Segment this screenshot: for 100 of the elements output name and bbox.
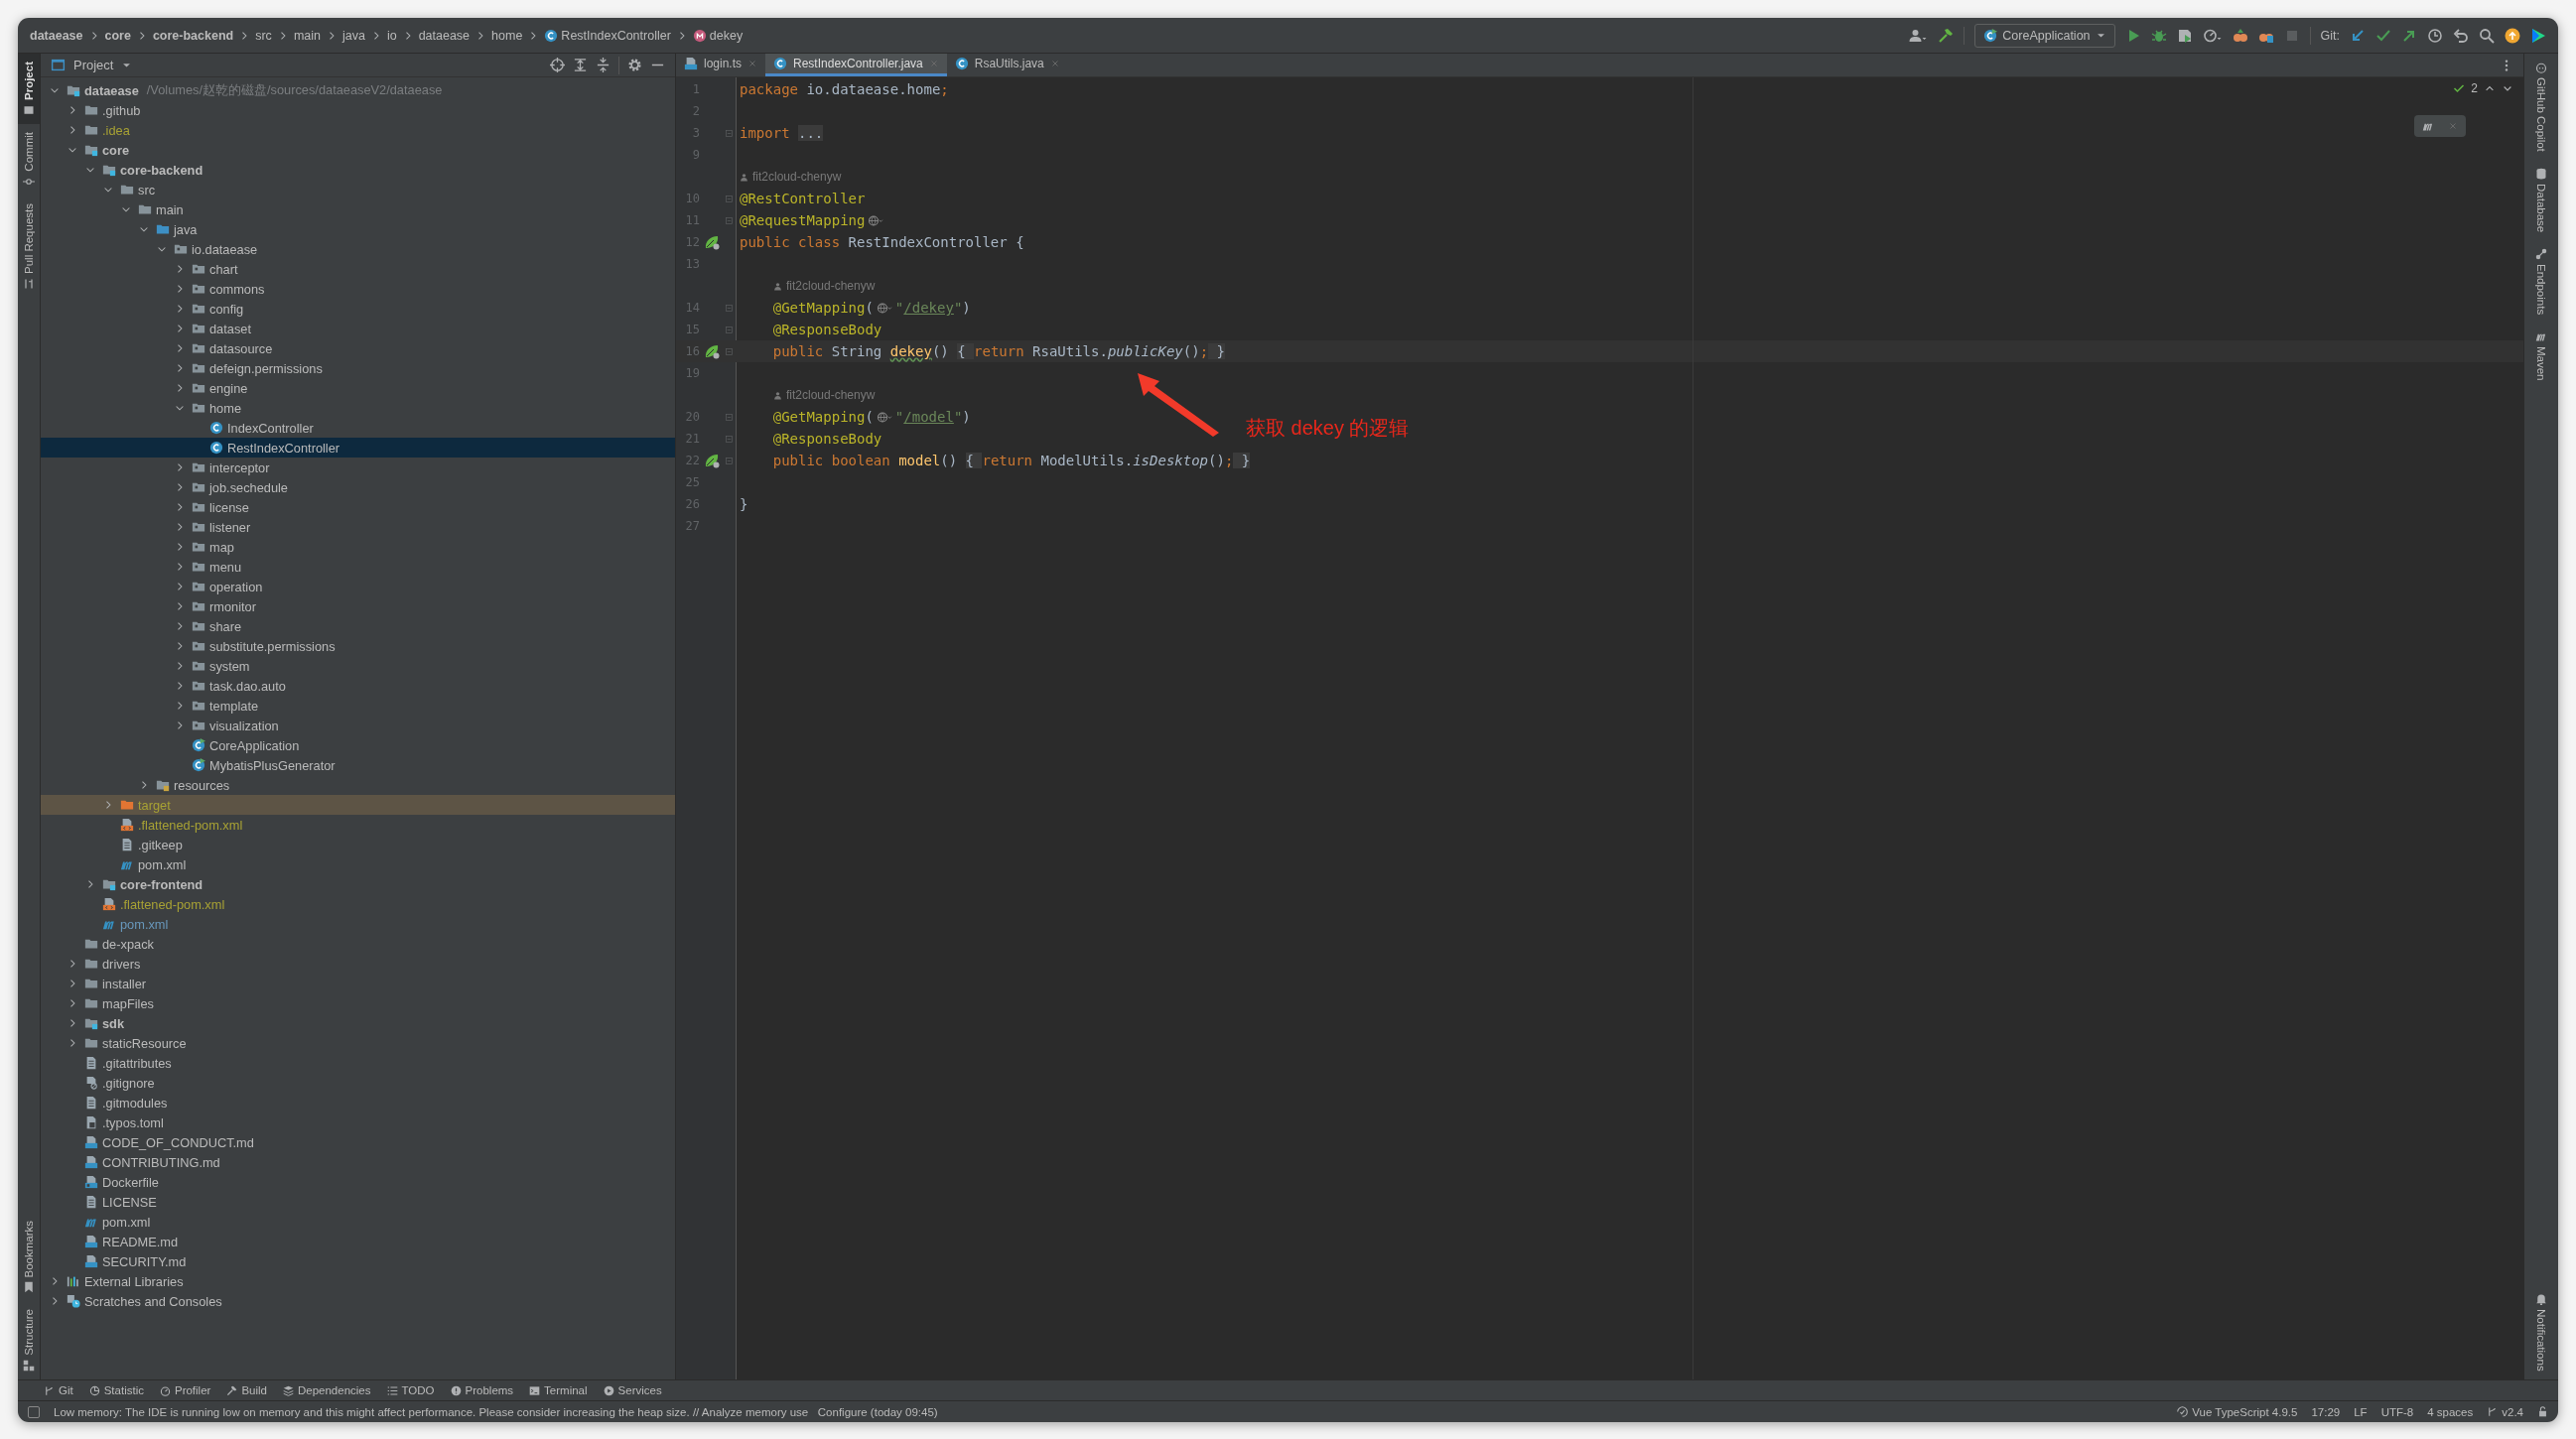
editor-tab[interactable]: login.ts <box>676 54 766 76</box>
tree-item[interactable]: CODE_OF_CONDUCT.md <box>41 1132 675 1152</box>
tree-item[interactable]: src <box>41 180 675 199</box>
coverage-icon[interactable] <box>2176 27 2193 44</box>
tool-window-tab[interactable]: Bookmarks <box>18 1212 40 1302</box>
tree-item[interactable]: visualization <box>41 716 675 735</box>
tool-window-tab[interactable]: GitHub Copilot <box>2524 54 2558 160</box>
tree-item[interactable]: core-backend <box>41 160 675 180</box>
search-icon[interactable] <box>2479 27 2495 44</box>
tree-item[interactable]: .gitignore <box>41 1073 675 1093</box>
tree-item[interactable]: template <box>41 696 675 716</box>
tree-item[interactable]: CoreApplication <box>41 735 675 755</box>
status-message[interactable]: Low memory: The IDE is running low on memory and this might affect performance. Please consider increasing the heap size. // Analyze memory use Configure (today 09:45) <box>54 1405 938 1418</box>
tool-window-button[interactable]: Git <box>44 1384 73 1396</box>
status-item[interactable]: LF <box>2354 1405 2368 1418</box>
editor-tab[interactable]: RsaUtils.java <box>946 54 1068 76</box>
tree-item[interactable]: mapFiles <box>41 993 675 1013</box>
tool-window-button[interactable]: Build <box>226 1384 267 1396</box>
tree-item[interactable]: engine <box>41 378 675 398</box>
status-item[interactable]: Vue TypeScript 4.9.5 <box>2177 1405 2298 1418</box>
tree-item[interactable]: defeign.permissions <box>41 358 675 378</box>
tree-item[interactable]: config <box>41 299 675 319</box>
tree-item[interactable]: system <box>41 656 675 676</box>
tree-item[interactable]: dataset <box>41 319 675 338</box>
tool-window-button[interactable]: Terminal <box>529 1384 588 1396</box>
window-icon[interactable] <box>51 58 66 72</box>
tree-item[interactable]: core-frontend <box>41 874 675 894</box>
status-item[interactable]: 4 spaces <box>2427 1405 2474 1418</box>
breadcrumb-item[interactable]: core-backend <box>152 28 234 43</box>
toolbox-icon[interactable] <box>2530 27 2546 44</box>
tree-item[interactable]: LICENSE <box>41 1192 675 1212</box>
tree-item[interactable]: pom.xml <box>41 914 675 934</box>
author-hint[interactable]: fit2cloud-chenyw <box>740 388 876 402</box>
tree-item[interactable]: task.dao.auto <box>41 676 675 696</box>
collapse-all-icon[interactable] <box>596 58 610 72</box>
tool-window-tab[interactable]: Database <box>2524 159 2558 241</box>
tool-window-button[interactable]: Services <box>603 1384 662 1396</box>
tree-item[interactable]: operation <box>41 577 675 596</box>
tree-item[interactable]: java <box>41 219 675 239</box>
breadcrumb-item[interactable]: home <box>491 28 523 43</box>
tree-item[interactable]: license <box>41 497 675 517</box>
tree-item[interactable]: External Libraries <box>41 1271 675 1291</box>
breadcrumb-item[interactable]: RestIndexController <box>561 28 671 43</box>
tree-item[interactable]: interceptor <box>41 458 675 477</box>
tool-window-button[interactable]: Problems <box>450 1384 514 1396</box>
clock-icon[interactable] <box>2427 27 2443 44</box>
tree-item[interactable]: main <box>41 199 675 219</box>
tree-item[interactable]: README.md <box>41 1232 675 1251</box>
tool-window-tab[interactable]: Commit <box>18 124 40 196</box>
tree-item[interactable]: chart <box>41 259 675 279</box>
hot-swap-icon[interactable] <box>2232 27 2248 44</box>
breadcrumb-item[interactable]: dekey <box>709 28 744 43</box>
tree-item[interactable]: .flattened-pom.xml <box>41 894 675 914</box>
status-item[interactable]: v2.4 <box>2487 1405 2523 1418</box>
tree-item[interactable]: substitute.permissions <box>41 636 675 656</box>
tool-window-button[interactable]: Dependencies <box>283 1384 371 1396</box>
breadcrumb-item[interactable]: core <box>104 28 131 43</box>
undo-icon[interactable] <box>2453 27 2469 44</box>
tree-item[interactable]: .idea <box>41 120 675 140</box>
tree-item[interactable]: job.sechedule <box>41 477 675 497</box>
lock-icon[interactable] <box>2537 1406 2548 1417</box>
tree-item[interactable]: CONTRIBUTING.md <box>41 1152 675 1172</box>
tool-window-button[interactable]: Profiler <box>159 1384 211 1396</box>
tool-window-tab[interactable]: Project <box>18 54 40 124</box>
tool-window-tab[interactable]: Maven <box>2524 323 2558 389</box>
tree-item[interactable]: rmonitor <box>41 596 675 616</box>
tree-item[interactable]: core <box>41 140 675 160</box>
tree-item[interactable]: staticResource <box>41 1033 675 1053</box>
tree-item[interactable]: .github <box>41 100 675 120</box>
tool-window-tab[interactable]: Pull Requests <box>18 195 40 298</box>
tree-item[interactable]: SECURITY.md <box>41 1251 675 1271</box>
status-item[interactable]: UTF-8 <box>2380 1405 2414 1418</box>
tree-item[interactable]: Scratches and Consoles <box>41 1291 675 1311</box>
breadcrumb-item[interactable]: dataease <box>30 28 83 43</box>
tree-item[interactable]: .typos.toml <box>41 1112 675 1132</box>
tree-item[interactable]: .gitattributes <box>41 1053 675 1073</box>
tree-item[interactable]: listener <box>41 517 675 537</box>
arrow-icon[interactable] <box>2350 27 2366 44</box>
update-icon[interactable] <box>2505 27 2520 44</box>
tree-item[interactable]: drivers <box>41 954 675 974</box>
tree-item[interactable]: share <box>41 616 675 636</box>
status-item[interactable]: 17:29 <box>2311 1405 2341 1418</box>
tool-window-tab[interactable]: Structure <box>18 1301 40 1379</box>
tree-item[interactable]: IndexController <box>41 418 675 438</box>
user-icon[interactable] <box>1908 27 1929 44</box>
tree-item[interactable]: home <box>41 398 675 418</box>
layout-toggle-icon[interactable] <box>28 1405 40 1418</box>
tree-item[interactable]: map <box>41 537 675 557</box>
author-hint[interactable]: fit2cloud-chenyw <box>740 170 842 184</box>
tree-item[interactable]: Dockerfile <box>41 1172 675 1192</box>
tree-item[interactable]: pom.xml <box>41 1212 675 1232</box>
tree-item[interactable]: MybatisPlusGenerator <box>41 755 675 775</box>
breadcrumb-item[interactable]: io <box>386 28 397 43</box>
problem-count[interactable]: 2 <box>2471 81 2478 95</box>
tree-item[interactable]: dataease /Volumes/赵乾的磁盘/sources/dataeaseV2/dataease <box>41 80 675 100</box>
panel-title[interactable]: Project <box>73 58 114 72</box>
tool-window-tab[interactable]: Endpoints <box>2524 240 2558 324</box>
tree-item[interactable]: menu <box>41 557 675 577</box>
tree-item[interactable]: pom.xml <box>41 854 675 874</box>
breadcrumb-item[interactable]: dataease <box>418 28 471 43</box>
